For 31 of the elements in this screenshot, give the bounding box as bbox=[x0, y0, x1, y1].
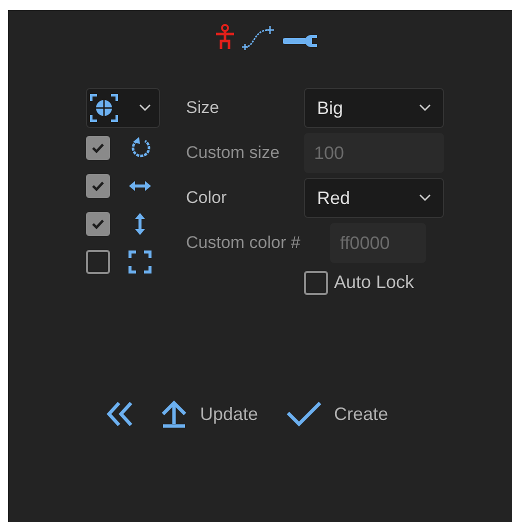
dropdown[interactable]: Big bbox=[304, 88, 444, 128]
checkbox[interactable] bbox=[304, 270, 328, 294]
field-label: Custom color # bbox=[186, 232, 302, 254]
input-field[interactable]: 100 bbox=[304, 133, 444, 173]
checkbox[interactable] bbox=[86, 212, 110, 236]
move-target-icon bbox=[90, 94, 118, 122]
dropdown[interactable]: Red bbox=[304, 178, 444, 218]
wrench-icon[interactable] bbox=[283, 32, 319, 50]
update-button[interactable]: Update bbox=[160, 400, 258, 428]
vertical-arrows-icon bbox=[133, 212, 147, 236]
corners-icon bbox=[128, 250, 152, 274]
chevron-down-icon bbox=[419, 104, 431, 112]
checkbox[interactable] bbox=[86, 250, 110, 274]
field-label: Custom size bbox=[186, 142, 281, 164]
curve-icon[interactable] bbox=[241, 24, 277, 50]
chevron-down-icon bbox=[139, 104, 151, 112]
checkbox[interactable] bbox=[86, 174, 110, 198]
checkbox[interactable] bbox=[86, 136, 110, 160]
input-field[interactable]: ff0000 bbox=[330, 223, 426, 263]
upload-arrow-icon bbox=[160, 400, 188, 428]
create-button[interactable]: Create bbox=[286, 400, 388, 428]
horizontal-arrows-icon bbox=[128, 179, 152, 193]
chevron-down-icon bbox=[419, 194, 431, 202]
field-label: Size bbox=[186, 97, 220, 120]
figure-icon[interactable] bbox=[215, 24, 235, 50]
double-chevron-left-icon bbox=[106, 401, 134, 427]
field-label: Color bbox=[186, 187, 228, 210]
transform-mode-dropdown[interactable] bbox=[86, 88, 160, 128]
auto-lock-label: Auto Lock bbox=[334, 271, 414, 294]
back-button[interactable] bbox=[106, 401, 134, 427]
checkmark-icon bbox=[286, 401, 322, 427]
